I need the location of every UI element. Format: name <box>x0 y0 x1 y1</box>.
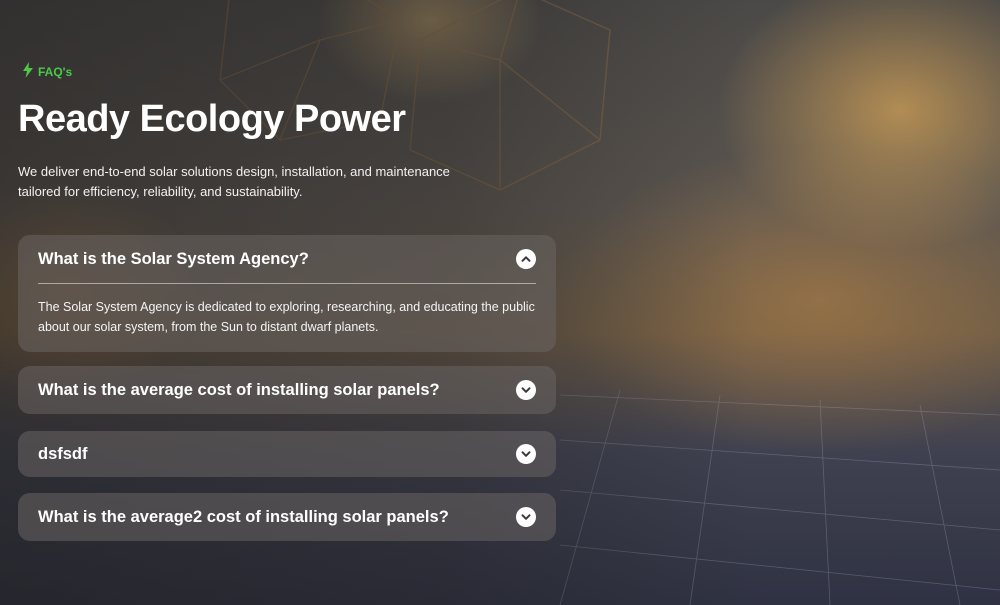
faq-item-expanded: What is the Solar System Agency? The Sol… <box>18 235 556 352</box>
chevron-down-icon[interactable] <box>516 507 536 527</box>
faq-item: dsfsdf <box>18 431 556 477</box>
faq-question-toggle[interactable]: What is the Solar System Agency? <box>18 235 556 283</box>
faq-question-toggle[interactable]: dsfsdf <box>18 431 556 477</box>
page-title: Ready Ecology Power <box>18 98 406 140</box>
lightning-bolt-icon <box>22 62 34 81</box>
chevron-down-icon[interactable] <box>516 444 536 464</box>
faq-question: dsfsdf <box>38 444 88 463</box>
chevron-down-icon[interactable] <box>516 380 536 400</box>
faq-answer: The Solar System Agency is dedicated to … <box>38 300 535 334</box>
faq-hero-section: FAQ's Ready Ecology Power We deliver end… <box>0 0 1000 605</box>
faq-item: What is the average2 cost of installing … <box>18 493 556 541</box>
chevron-up-icon[interactable] <box>516 249 536 269</box>
faq-question: What is the average cost of installing s… <box>38 380 440 399</box>
faq-question-toggle[interactable]: What is the average cost of installing s… <box>18 366 556 414</box>
eyebrow-label: FAQ's <box>38 64 73 79</box>
section-eyebrow: FAQ's <box>22 62 72 81</box>
faq-item: What is the average cost of installing s… <box>18 366 556 414</box>
page-subtitle: We deliver end-to-end solar solutions de… <box>18 164 450 199</box>
faq-content: FAQ's Ready Ecology Power We deliver end… <box>18 0 558 605</box>
faq-question: What is the average2 cost of installing … <box>38 507 449 526</box>
faq-question: What is the Solar System Agency? <box>38 249 309 268</box>
faq-question-toggle[interactable]: What is the average2 cost of installing … <box>18 493 556 541</box>
